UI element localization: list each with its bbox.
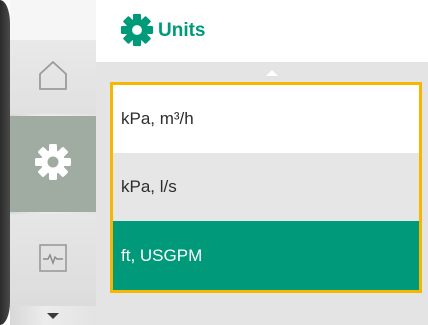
sidebar-top	[10, 0, 96, 40]
device-bezel	[0, 0, 10, 325]
sidebar-item-diagnostics[interactable]	[10, 214, 96, 306]
chevron-down-icon	[46, 307, 60, 325]
home-icon	[35, 57, 71, 98]
sidebar-item-home[interactable]	[10, 40, 96, 114]
sidebar-scroll-down[interactable]	[10, 306, 96, 325]
sidebar-item-settings[interactable]	[10, 116, 96, 212]
list-item-label: ft, USGPM	[121, 245, 203, 265]
gear-icon	[34, 143, 72, 186]
list-item-kpa-m3h[interactable]: kPa, m³/h	[113, 85, 419, 153]
header: Units	[96, 0, 428, 62]
list-item-label: kPa, m³/h	[121, 109, 194, 128]
list-item-kpa-ls[interactable]: kPa, l/s	[113, 153, 419, 221]
units-list-area: kPa, m³/h kPa, l/s ft, USGPM	[96, 62, 428, 325]
diagnostics-icon	[38, 243, 68, 278]
page-title: Units	[158, 20, 206, 41]
chevron-up-icon[interactable]	[266, 70, 278, 76]
units-list: kPa, m³/h kPa, l/s ft, USGPM	[110, 82, 422, 293]
list-item-ft-usgpm[interactable]: ft, USGPM	[113, 221, 419, 290]
sidebar	[10, 0, 96, 325]
gear-icon	[120, 13, 154, 52]
list-item-label: kPa, l/s	[121, 177, 177, 196]
